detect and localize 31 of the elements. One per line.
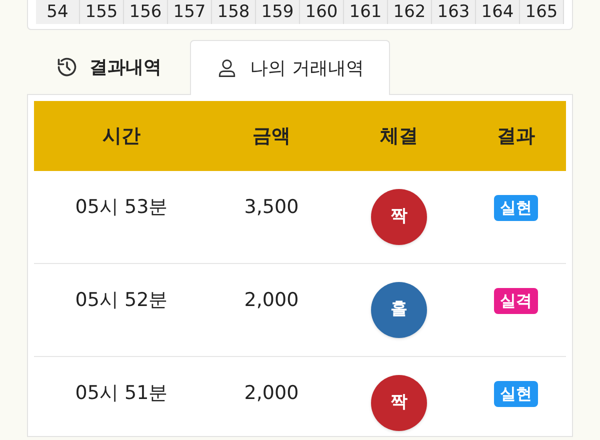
- number-cell[interactable]: 160: [300, 0, 344, 24]
- column-header: 체결: [380, 124, 418, 149]
- column-header: 금액: [252, 124, 290, 149]
- tab[interactable]: 나의 거래내역: [190, 40, 390, 95]
- pick-badge: 짝: [371, 375, 427, 431]
- number-cell[interactable]: 163: [432, 0, 476, 24]
- number-cell[interactable]: 161: [344, 0, 388, 24]
- result-badge: 실현: [494, 195, 538, 221]
- number-cell[interactable]: 156: [124, 0, 168, 24]
- pick-badge: 홀: [371, 282, 427, 338]
- result-badge: 실현: [494, 381, 538, 407]
- number-cell[interactable]: 158: [212, 0, 256, 24]
- number-cell[interactable]: 165: [520, 0, 564, 24]
- history-icon: [56, 56, 78, 78]
- time-cell: 05시 53분: [75, 195, 168, 219]
- number-cell[interactable]: 159: [256, 0, 300, 24]
- amount-cell: 2,000: [244, 288, 299, 312]
- number-cell[interactable]: 164: [476, 0, 520, 24]
- number-cell[interactable]: 162: [388, 0, 432, 24]
- number-cell[interactable]: 155: [80, 0, 124, 24]
- number-cell[interactable]: 157: [168, 0, 212, 24]
- amount-cell: 3,500: [244, 195, 299, 219]
- tab[interactable]: 결과내역: [27, 40, 190, 94]
- result-badge: 실격: [494, 288, 538, 314]
- pick-badge: 짝: [371, 189, 427, 245]
- number-cell[interactable]: 54: [36, 0, 80, 24]
- column-header: 결과: [497, 124, 535, 149]
- column-header: 시간: [102, 124, 140, 149]
- amount-cell: 2,000: [244, 381, 299, 405]
- time-cell: 05시 52분: [75, 288, 168, 312]
- time-cell: 05시 51분: [75, 381, 168, 405]
